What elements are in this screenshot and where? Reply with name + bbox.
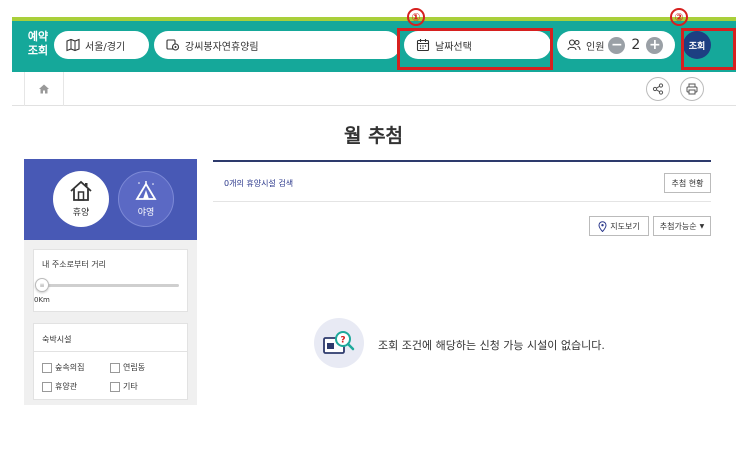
empty-results-message: 조회 조건에 해당하는 신청 가능 시설이 없습니다. <box>378 339 605 352</box>
map-icon <box>66 38 80 52</box>
distance-value: 0Km <box>34 296 50 304</box>
map-pin-icon <box>598 220 607 232</box>
checkbox-label: 연립동 <box>123 363 146 372</box>
checkbox-label: 휴양관 <box>55 382 78 391</box>
location-icon <box>166 39 180 51</box>
region-value: 서울/경기 <box>85 41 126 53</box>
distance-title: 내 주소로부터 거리 <box>42 260 106 269</box>
checkbox-label: 숲속의집 <box>55 363 85 372</box>
people-icon <box>567 39 581 51</box>
breadcrumb-bar <box>12 72 736 106</box>
search-button-highlight <box>681 28 736 70</box>
type-camp-button[interactable]: 야영 <box>118 171 174 227</box>
house-icon <box>70 180 92 201</box>
dropdown-arrow-icon: ▼ <box>699 222 705 230</box>
print-button[interactable] <box>680 77 704 101</box>
distance-filter: 내 주소로부터 거리 ≡ 0Km <box>33 249 188 312</box>
filter-panel: 휴양 야영 내 주소로부터 거리 ≡ 0Km 숙박시설 숲속의집 연립동 휴양관… <box>24 159 197 405</box>
people-label: 인원 <box>586 41 605 53</box>
checkbox-recreation-hall[interactable]: 휴양관 <box>42 381 77 392</box>
step-marker-1: ① <box>407 8 425 26</box>
result-summary: 0개의 휴양시설 검색 추첨 현황 <box>213 162 711 202</box>
reservation-search-bar: 예약 조회 서울/경기 강씨봉자연휴양림 날짜선택 인원 − 2 + 조회 <box>12 17 736 72</box>
accommodation-title: 숙박시설 <box>34 324 187 352</box>
checkbox-other[interactable]: 기타 <box>110 381 138 392</box>
checkbox-box[interactable] <box>110 381 120 392</box>
checkbox-row-house[interactable]: 연립동 <box>110 362 145 373</box>
no-results-icon: ? <box>314 318 364 368</box>
tent-icon <box>135 181 157 200</box>
result-count: 0개의 휴양시설 검색 <box>224 179 294 188</box>
type-rest-button[interactable]: 휴양 <box>53 171 109 227</box>
forest-select[interactable]: 강씨봉자연휴양림 <box>154 31 400 59</box>
region-select[interactable]: 서울/경기 <box>54 31 149 59</box>
map-view-button[interactable]: 지도보기 <box>589 216 649 236</box>
accommodation-filter: 숙박시설 숲속의집 연립동 휴양관 기타 <box>33 323 188 400</box>
date-select-highlight <box>397 28 553 70</box>
checkbox-box[interactable] <box>42 381 52 392</box>
reservation-lookup-label: 예약 조회 <box>27 30 49 57</box>
sort-value: 추첨가능순 <box>659 221 697 231</box>
decrease-people-button[interactable]: − <box>608 36 626 54</box>
printer-icon <box>686 83 698 95</box>
step-marker-2: ② <box>670 8 688 26</box>
share-icon <box>652 83 664 95</box>
checkbox-box[interactable] <box>42 362 52 373</box>
type-rest-label: 휴양 <box>72 208 90 218</box>
search-document-icon: ? <box>323 331 355 354</box>
sort-select[interactable]: 추첨가능순 ▼ <box>653 216 711 236</box>
people-stepper: 인원 − 2 + <box>557 31 675 59</box>
distance-slider-handle[interactable]: ≡ <box>35 278 49 292</box>
facility-type-selector: 휴양 야영 <box>24 159 197 240</box>
map-view-label: 지도보기 <box>610 221 640 231</box>
checkbox-box[interactable] <box>110 362 120 373</box>
people-count: 2 <box>631 37 641 53</box>
share-button[interactable] <box>646 77 670 101</box>
home-button[interactable] <box>24 72 64 106</box>
page-title: 월 추첨 <box>343 125 404 147</box>
checkbox-label: 기타 <box>123 382 138 391</box>
checkbox-forest-house[interactable]: 숲속의집 <box>42 362 84 373</box>
forest-value: 강씨봉자연휴양림 <box>185 41 259 53</box>
svg-text:?: ? <box>340 336 345 346</box>
distance-slider-track[interactable] <box>42 284 179 287</box>
type-camp-label: 야영 <box>137 208 155 218</box>
lottery-status-button[interactable]: 추첨 현황 <box>664 173 711 193</box>
increase-people-button[interactable]: + <box>646 36 664 54</box>
home-icon <box>39 84 49 94</box>
